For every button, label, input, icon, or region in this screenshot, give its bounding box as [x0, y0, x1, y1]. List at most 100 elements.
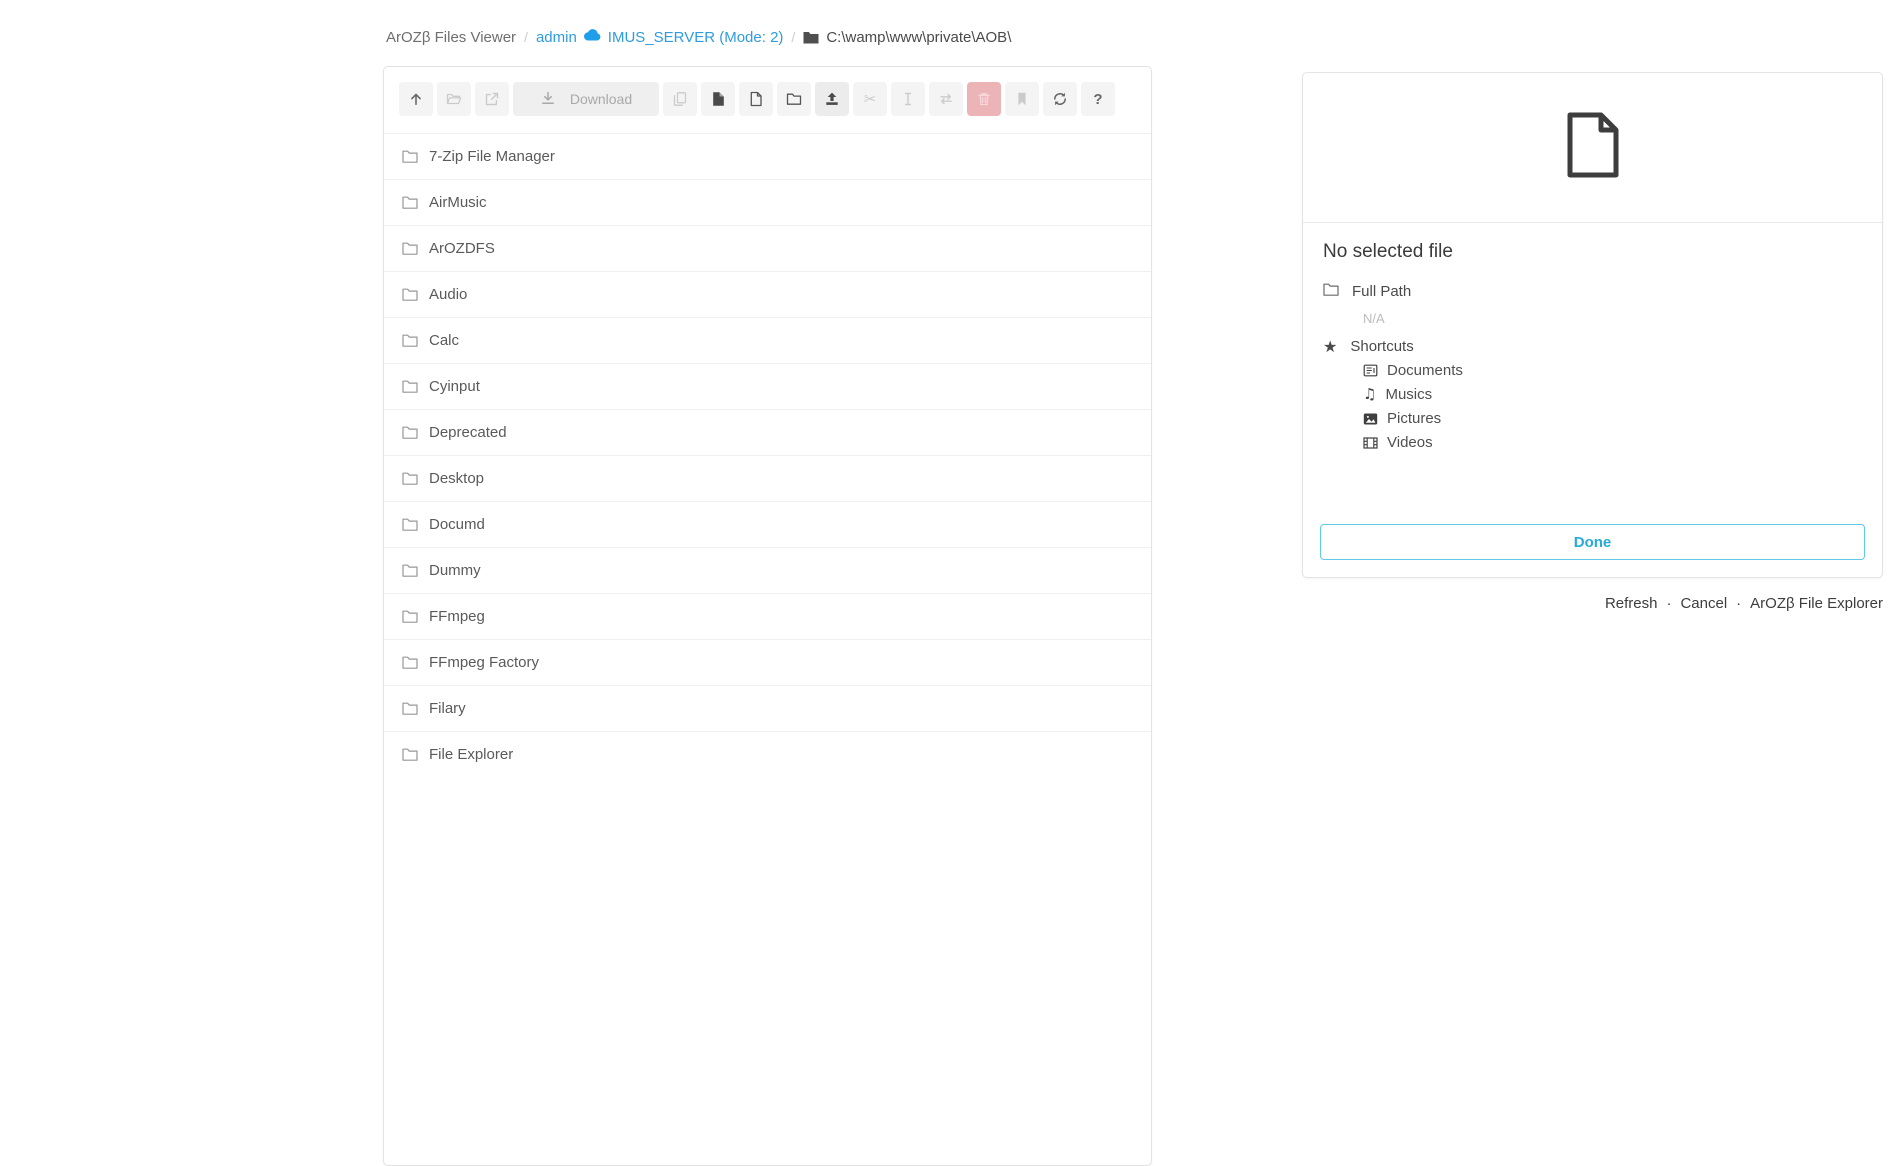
music-icon: ♫: [1363, 387, 1376, 402]
copy-icon: [672, 91, 688, 107]
move-icon: [938, 91, 954, 107]
open-external-button[interactable]: [475, 82, 509, 116]
bookmark-icon: [1014, 91, 1030, 107]
file-name: FFmpeg: [429, 608, 485, 625]
done-button[interactable]: Done: [1320, 524, 1865, 560]
file-row[interactable]: FFmpeg Factory: [384, 639, 1151, 685]
file-row[interactable]: 7-Zip File Manager: [384, 133, 1151, 179]
help-button[interactable]: ?: [1081, 82, 1115, 116]
footer-separator: ·: [1736, 595, 1741, 612]
file-row[interactable]: Audio: [384, 271, 1151, 317]
app-title: ArOZβ Files Viewer: [386, 29, 516, 46]
breadcrumb-separator: /: [791, 29, 795, 45]
file-row[interactable]: Deprecated: [384, 409, 1151, 455]
shortcut-videos[interactable]: Videos: [1363, 434, 1862, 451]
full-path-row: Full Path: [1323, 283, 1862, 300]
bookmark-button[interactable]: [1005, 82, 1039, 116]
full-path-label: Full Path: [1352, 283, 1411, 300]
file-row[interactable]: Filary: [384, 685, 1151, 731]
document-icon: [1363, 363, 1378, 378]
folder-icon: [402, 380, 418, 393]
file-properties-card: No selected file Full Path N/A ★ Shortcu…: [1302, 72, 1883, 578]
breadcrumb-path: C:\wamp\www\private\AOB\: [803, 29, 1011, 46]
refresh-link[interactable]: Refresh: [1605, 595, 1658, 612]
delete-button[interactable]: [967, 82, 1001, 116]
breadcrumb-separator: /: [524, 29, 528, 45]
file-name: Deprecated: [429, 424, 507, 441]
new-file-icon: [748, 91, 764, 107]
folder-icon: [402, 472, 418, 485]
move-button[interactable]: [929, 82, 963, 116]
file-name: Cyinput: [429, 378, 480, 395]
full-path-value: N/A: [1363, 311, 1862, 326]
shortcut-label: Videos: [1387, 434, 1433, 451]
folder-icon: [402, 288, 418, 301]
file-row[interactable]: Desktop: [384, 455, 1151, 501]
shortcut-label: Documents: [1387, 362, 1463, 379]
new-folder-button[interactable]: [777, 82, 811, 116]
cut-button[interactable]: ✂: [853, 82, 887, 116]
folder-icon: [402, 564, 418, 577]
cloud-icon: [583, 28, 602, 46]
footer-actions: Refresh · Cancel · ArOZβ File Explorer: [1605, 595, 1883, 612]
file-meta: Full Path N/A ★ Shortcuts Documents ♫ Mu…: [1303, 269, 1882, 451]
file-row[interactable]: Dummy: [384, 547, 1151, 593]
copy-button[interactable]: [663, 82, 697, 116]
file-row[interactable]: File Explorer: [384, 731, 1151, 777]
folder-icon: [402, 610, 418, 623]
file-row[interactable]: Calc: [384, 317, 1151, 363]
file-preview: [1303, 73, 1882, 223]
folder-icon: [402, 426, 418, 439]
file-browser-card: Download ✂: [383, 66, 1152, 1166]
shortcut-label: Pictures: [1387, 410, 1441, 427]
file-row[interactable]: Cyinput: [384, 363, 1151, 409]
file-row[interactable]: Documd: [384, 501, 1151, 547]
folder-icon: [402, 196, 418, 209]
folder-icon: [402, 656, 418, 669]
folder-icon: [402, 518, 418, 531]
folder-icon: [402, 748, 418, 761]
file-name: 7-Zip File Manager: [429, 148, 555, 165]
cut-icon: ✂: [864, 90, 877, 108]
rename-icon: [900, 91, 916, 107]
file-name: Calc: [429, 332, 459, 349]
star-icon: ★: [1323, 339, 1337, 355]
upload-icon: [824, 91, 840, 107]
file-row[interactable]: AirMusic: [384, 179, 1151, 225]
file-large-icon: [1566, 111, 1620, 184]
server-name: IMUS_SERVER (Mode: 2): [608, 29, 784, 46]
file-name: Dummy: [429, 562, 481, 579]
file-explorer-link[interactable]: ArOZβ File Explorer: [1750, 595, 1883, 612]
user-name: admin: [536, 29, 577, 46]
download-icon: [540, 90, 556, 109]
file-row[interactable]: FFmpeg: [384, 593, 1151, 639]
file-name: ArOZDFS: [429, 240, 495, 257]
download-button[interactable]: Download: [513, 82, 659, 116]
open-button[interactable]: [437, 82, 471, 116]
file-name: Audio: [429, 286, 467, 303]
current-path: C:\wamp\www\private\AOB\: [826, 29, 1011, 46]
folder-icon: [402, 242, 418, 255]
refresh-icon: [1052, 91, 1068, 107]
folder-icon: [402, 702, 418, 715]
external-link-icon: [484, 91, 500, 107]
file-name: Filary: [429, 700, 466, 717]
rename-button[interactable]: [891, 82, 925, 116]
new-folder-icon: [786, 91, 802, 107]
breadcrumb-user-link[interactable]: admin IMUS_SERVER (Mode: 2): [536, 28, 783, 46]
file-name: Documd: [429, 516, 485, 533]
shortcut-documents[interactable]: Documents: [1363, 362, 1862, 379]
shortcut-musics[interactable]: ♫ Musics: [1363, 386, 1862, 403]
folder-open-icon: [446, 91, 462, 107]
upload-button[interactable]: [815, 82, 849, 116]
shortcut-pictures[interactable]: Pictures: [1363, 410, 1862, 427]
go-up-button[interactable]: [399, 82, 433, 116]
refresh-button[interactable]: [1043, 82, 1077, 116]
folder-outline-icon: [1323, 283, 1339, 300]
cancel-link[interactable]: Cancel: [1680, 595, 1727, 612]
paste-button[interactable]: [701, 82, 735, 116]
folder-icon: [402, 150, 418, 163]
file-row[interactable]: ArOZDFS: [384, 225, 1151, 271]
file-name: AirMusic: [429, 194, 487, 211]
new-file-button[interactable]: [739, 82, 773, 116]
